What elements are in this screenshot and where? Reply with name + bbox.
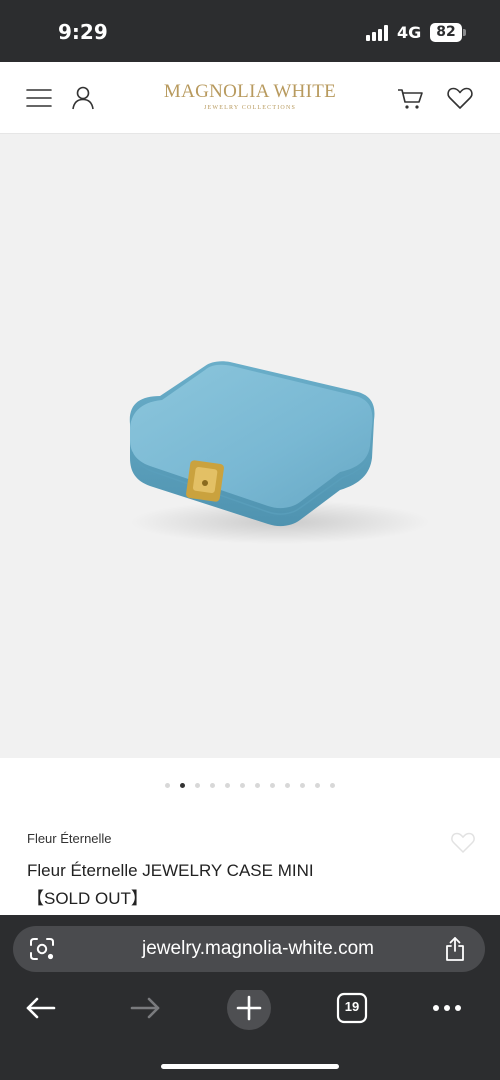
jewelry-case-image	[129, 361, 430, 544]
account-icon[interactable]	[69, 84, 97, 112]
status-bar: 9:29 4G 82	[0, 0, 500, 62]
brand-logo[interactable]: MAGNOLIA WHITE JEWELRY COLLECTIONS	[150, 81, 350, 111]
status-time: 9:29	[58, 20, 108, 44]
network-type: 4G	[397, 23, 422, 42]
signal-icon	[366, 25, 390, 41]
lens-icon[interactable]	[29, 937, 55, 961]
arrow-right-icon	[130, 997, 160, 1019]
more-dots-icon	[433, 1005, 461, 1011]
carousel-dot[interactable]	[330, 783, 335, 788]
tab-count: 19	[344, 999, 360, 1014]
browser-toolbar: jewelry.magnolia-white.com 19	[0, 915, 500, 1080]
share-icon[interactable]	[443, 936, 467, 962]
carousel-dot[interactable]	[255, 783, 260, 788]
battery-tip	[463, 29, 466, 36]
url-text[interactable]: jewelry.magnolia-white.com	[113, 938, 403, 960]
carousel-dot[interactable]	[210, 783, 215, 788]
back-button[interactable]	[20, 990, 64, 1039]
product-image[interactable]	[0, 134, 500, 758]
site-header: MAGNOLIA WHITE JEWELRY COLLECTIONS	[0, 62, 500, 134]
product-name: Fleur Éternelle JEWELRY CASE MINI	[27, 861, 314, 880]
battery-icon: 82	[430, 23, 462, 42]
home-indicator	[161, 1064, 339, 1069]
favorite-button[interactable]	[450, 830, 476, 854]
more-button[interactable]	[430, 990, 474, 1039]
new-tab-button[interactable]	[226, 986, 271, 1041]
carousel-dot[interactable]	[315, 783, 320, 788]
carousel-indicator	[0, 783, 500, 791]
carousel-dot[interactable]	[300, 783, 305, 788]
carousel-dot[interactable]	[225, 783, 230, 788]
carousel-dot[interactable]	[240, 783, 245, 788]
logo-main: MAGNOLIA WHITE	[163, 81, 337, 102]
product-status: 【SOLD OUT】	[27, 889, 148, 908]
battery-level: 82	[436, 24, 456, 40]
carousel-dot[interactable]	[285, 783, 290, 788]
forward-button[interactable]	[124, 990, 168, 1039]
logo-sub: JEWELRY COLLECTIONS	[203, 105, 297, 111]
heart-outline-icon	[451, 832, 475, 853]
carousel-dot[interactable]	[270, 783, 275, 788]
carousel-dot[interactable]	[195, 783, 200, 788]
cart-icon[interactable]	[397, 84, 425, 112]
product-title: Fleur Éternelle JEWELRY CASE MINI 【SOLD …	[27, 857, 427, 913]
plus-icon	[227, 986, 271, 1030]
menu-icon[interactable]	[25, 84, 53, 112]
arrow-left-icon	[26, 997, 56, 1019]
product-brand[interactable]: Fleur Éternelle	[27, 831, 112, 846]
carousel-dot[interactable]	[165, 783, 170, 788]
address-bar[interactable]: jewelry.magnolia-white.com	[13, 926, 485, 972]
heart-icon[interactable]	[446, 84, 474, 112]
carousel-dot[interactable]	[180, 783, 185, 788]
